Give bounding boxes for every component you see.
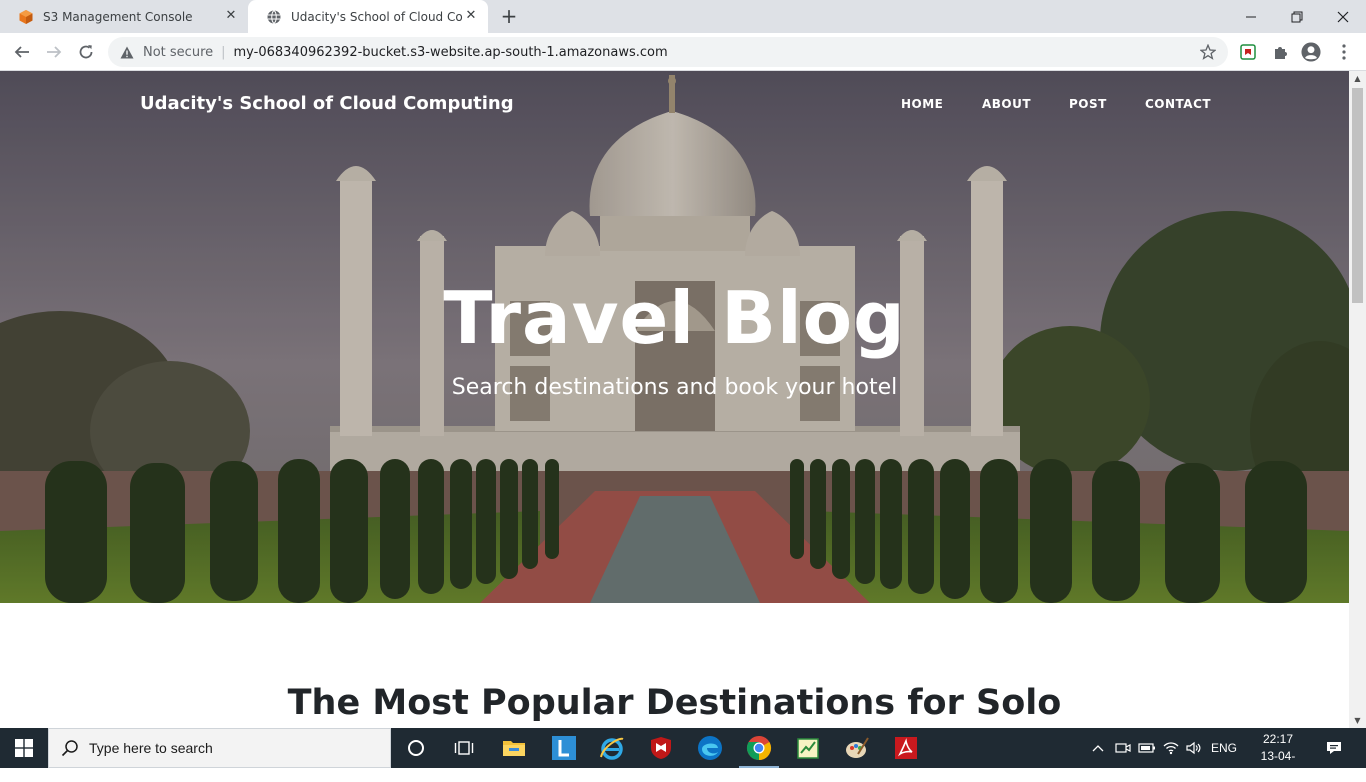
- tab-title: S3 Management Console: [43, 9, 193, 24]
- battery-icon[interactable]: [1136, 728, 1158, 768]
- globe-icon: [266, 9, 282, 25]
- volume-icon[interactable]: [1183, 728, 1205, 768]
- taskbar-search-box[interactable]: Type here to search: [48, 728, 391, 768]
- address-divider: |: [221, 44, 226, 60]
- close-window-icon[interactable]: [1320, 0, 1366, 33]
- windows-taskbar: Type here to search ENG 22:17 13-04-2021: [0, 728, 1366, 780]
- windows-start-icon[interactable]: [0, 728, 48, 768]
- search-placeholder: Type here to search: [89, 740, 213, 756]
- web-page: Udacity's School of Cloud Computing HOME…: [0, 71, 1349, 728]
- scroll-up-arrow-icon[interactable]: ▲: [1353, 74, 1362, 83]
- meet-now-icon[interactable]: [1112, 728, 1134, 768]
- tab-s3-management-console[interactable]: S3 Management Console ✕: [0, 0, 248, 33]
- scrollbar-thumb[interactable]: [1352, 88, 1363, 303]
- microsoft-edge-icon[interactable]: [686, 728, 734, 768]
- restore-icon[interactable]: [1274, 0, 1320, 33]
- file-explorer-icon[interactable]: [490, 728, 538, 768]
- tab-title: Udacity's School of Cloud Computing: [291, 9, 463, 24]
- browser-toolbar: Not secure | my-068340962392-bucket.s3-w…: [0, 33, 1366, 71]
- aws-s3-icon: [18, 9, 34, 25]
- bookmark-star-icon[interactable]: [1199, 43, 1217, 60]
- wifi-icon[interactable]: [1160, 728, 1182, 768]
- task-view-icon[interactable]: [440, 728, 488, 768]
- language-indicator[interactable]: ENG: [1208, 728, 1240, 768]
- section-title: The Most Popular Destinations for Solo: [287, 683, 1062, 723]
- mcafee-shield-icon[interactable]: [637, 728, 685, 768]
- nav-about[interactable]: ABOUT: [982, 97, 1031, 111]
- chart-notepad-icon[interactable]: [784, 728, 832, 768]
- browser-menu-icon[interactable]: [1334, 42, 1354, 62]
- cortana-icon[interactable]: [392, 728, 440, 768]
- nav-contact[interactable]: CONTACT: [1145, 97, 1211, 111]
- reload-icon[interactable]: [74, 40, 98, 64]
- notifications-icon[interactable]: [1320, 728, 1348, 768]
- search-icon: [61, 740, 78, 757]
- nav-home[interactable]: HOME: [901, 97, 943, 111]
- hero-banner: Udacity's School of Cloud Computing HOME…: [0, 71, 1349, 603]
- adobe-acrobat-icon[interactable]: [882, 728, 930, 768]
- back-arrow-icon[interactable]: [10, 40, 34, 64]
- security-status[interactable]: Not secure: [143, 45, 213, 60]
- browser-tab-strip: S3 Management Console ✕ Udacity's School…: [0, 0, 1366, 33]
- taskbar-clock[interactable]: 22:17 13-04-2021: [1252, 731, 1304, 782]
- google-chrome-icon[interactable]: [735, 728, 783, 768]
- internet-explorer-icon[interactable]: [588, 728, 636, 768]
- tab-udacity-school[interactable]: Udacity's School of Cloud Computing ✕: [248, 0, 488, 33]
- launcher-l-app-icon[interactable]: [540, 728, 588, 768]
- new-tab-icon[interactable]: +: [499, 6, 519, 26]
- page-scrollbar[interactable]: ▲ ▼: [1349, 71, 1366, 728]
- clock-date: 13-04-2021: [1260, 749, 1296, 780]
- extensions-puzzle-icon[interactable]: [1270, 42, 1290, 62]
- address-bar[interactable]: Not secure | my-068340962392-bucket.s3-w…: [108, 37, 1228, 67]
- url-text[interactable]: my-068340962392-bucket.s3-website.ap-sou…: [234, 45, 668, 60]
- show-hidden-icons-chevron-icon[interactable]: [1088, 728, 1108, 768]
- scroll-down-arrow-icon[interactable]: ▼: [1353, 716, 1362, 725]
- extension-shield-icon[interactable]: [1238, 42, 1258, 62]
- forward-arrow-icon[interactable]: [42, 40, 66, 64]
- hero-title: Travel Blog: [443, 276, 906, 360]
- profile-avatar-icon[interactable]: [1301, 42, 1321, 62]
- close-tab-icon[interactable]: ✕: [464, 9, 478, 23]
- warning-triangle-icon[interactable]: [119, 44, 135, 60]
- nav-post[interactable]: POST: [1069, 97, 1107, 111]
- clock-time: 22:17: [1262, 732, 1294, 746]
- close-tab-icon[interactable]: ✕: [224, 9, 238, 23]
- hero-subtitle: Search destinations and book your hotel: [451, 375, 898, 400]
- minimize-icon[interactable]: [1228, 0, 1274, 33]
- site-brand-link[interactable]: Udacity's School of Cloud Computing: [140, 93, 514, 114]
- paint-palette-icon[interactable]: [833, 728, 881, 768]
